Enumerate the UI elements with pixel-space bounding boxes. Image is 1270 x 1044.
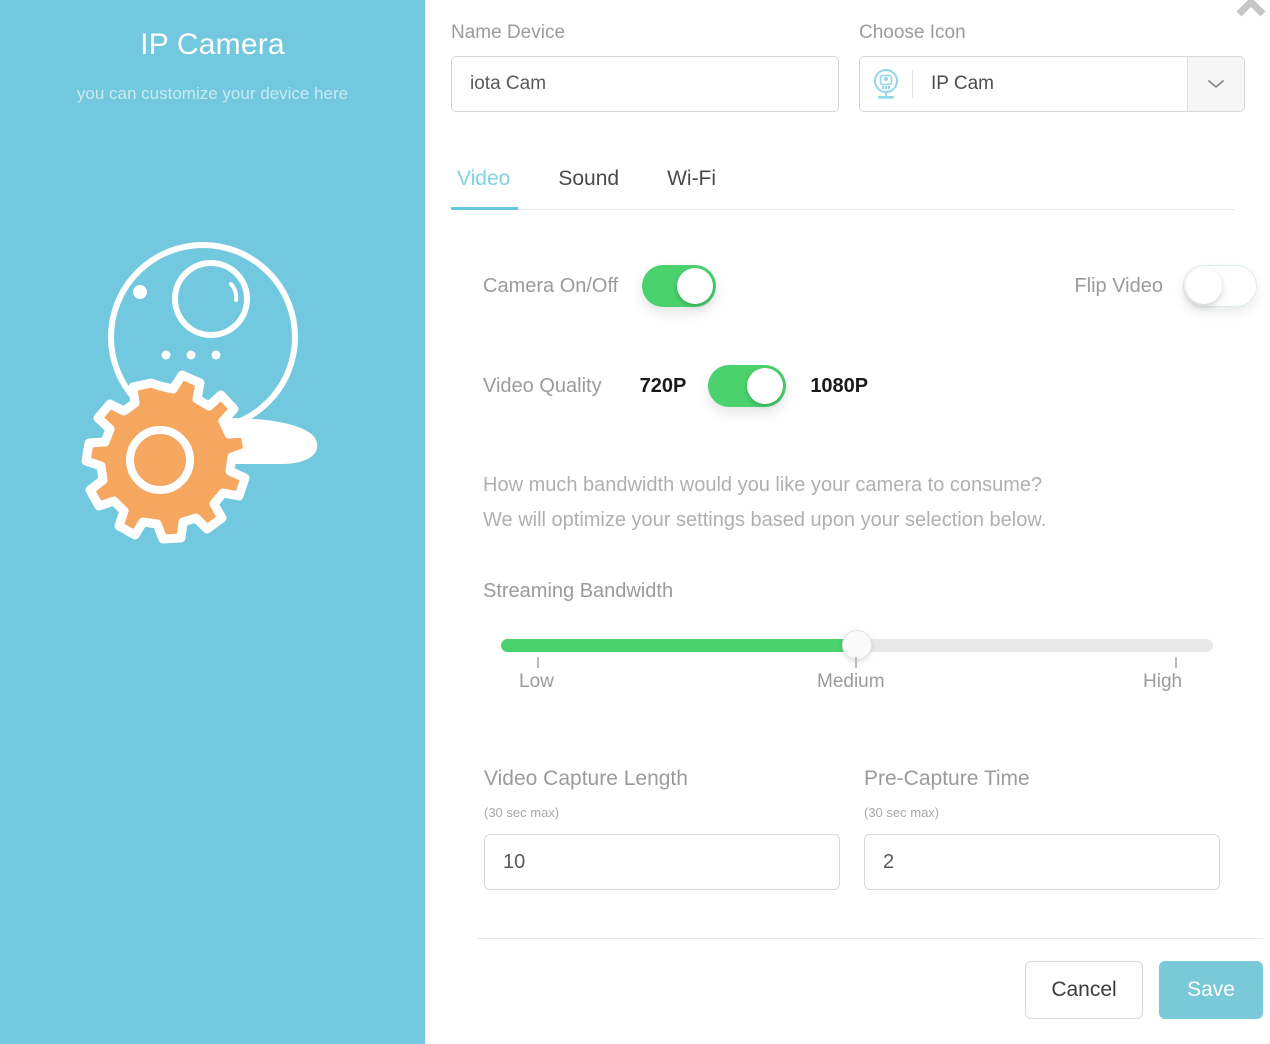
- choose-icon-value: IP Cam: [931, 73, 995, 94]
- flip-video-label: Flip Video: [1074, 274, 1163, 297]
- video-capture-length-group: Video Capture Length (30 sec max): [484, 767, 840, 890]
- slider-tick-high: [1175, 657, 1177, 668]
- streaming-bandwidth-label: Streaming Bandwidth: [483, 580, 674, 602]
- device-settings-dialog: IP Camera you can customize your device …: [0, 0, 1270, 1044]
- toggle-knob: [677, 268, 714, 304]
- device-identity-fields: Name Device Choose Icon: [451, 0, 1263, 112]
- cancel-button[interactable]: Cancel: [1025, 961, 1143, 1019]
- pre-capture-time-label: Pre-Capture Time: [864, 767, 1030, 790]
- pre-capture-time-input[interactable]: [864, 834, 1220, 890]
- pre-capture-time-hint: (30 sec max): [864, 805, 940, 820]
- name-device-group: Name Device: [451, 22, 839, 112]
- video-tab-content: Camera On/Off Flip Video Video Quality 7…: [451, 262, 1263, 890]
- slider-thumb[interactable]: [842, 630, 872, 660]
- name-device-input[interactable]: [451, 56, 839, 112]
- device-sidebar: IP Camera you can customize your device …: [0, 0, 425, 1044]
- close-icon[interactable]: [1229, 0, 1270, 30]
- pre-capture-time-group: Pre-Capture Time (30 sec max): [864, 767, 1220, 890]
- chevron-down-icon[interactable]: [1187, 57, 1244, 111]
- bandwidth-description: How much bandwidth would you like your c…: [483, 468, 1257, 538]
- page-title: IP Camera: [140, 28, 285, 61]
- capture-settings-row: Video Capture Length (30 sec max) Pre-Ca…: [483, 767, 1257, 890]
- camera-toggle-label: Camera On/Off: [483, 274, 619, 297]
- ip-camera-gear-illustration: [78, 226, 348, 556]
- ip-camera-icon: [860, 57, 912, 111]
- toggle-knob: [1186, 268, 1222, 304]
- video-quality-toggle[interactable]: [708, 365, 787, 407]
- camera-onoff-toggle[interactable]: [642, 265, 717, 307]
- flip-video-toggle[interactable]: [1183, 265, 1257, 307]
- slider-label-low: Low: [519, 671, 554, 692]
- slider-tick-low: [537, 657, 539, 668]
- save-button[interactable]: Save: [1159, 961, 1263, 1019]
- slider-fill: [501, 639, 857, 652]
- slider-tick-medium: [855, 657, 857, 668]
- bandwidth-description-line2: We will optimize your settings based upo…: [483, 509, 1047, 531]
- video-quality-row: Video Quality 720P 1080P: [483, 362, 1257, 410]
- footer-divider: [477, 938, 1263, 939]
- settings-panel: Name Device Choose Icon: [425, 0, 1270, 1044]
- choose-icon-select[interactable]: IP Cam: [859, 56, 1245, 112]
- name-device-label: Name Device: [451, 22, 566, 43]
- slider-label-high: High: [1143, 671, 1183, 692]
- camera-flip-row: Camera On/Off Flip Video: [483, 262, 1257, 310]
- video-capture-length-label: Video Capture Length: [484, 767, 688, 790]
- video-capture-length-hint: (30 sec max): [484, 805, 560, 820]
- choose-icon-group: Choose Icon IP Cam: [859, 22, 1245, 112]
- toggle-knob: [747, 368, 784, 404]
- settings-tabs: Video Sound Wi-Fi: [451, 148, 1235, 210]
- video-capture-length-input[interactable]: [484, 834, 840, 890]
- streaming-bandwidth-slider[interactable]: Low Medium High: [501, 630, 1213, 701]
- tab-video[interactable]: Video: [451, 167, 519, 210]
- video-quality-label: Video Quality: [483, 374, 602, 397]
- page-subtitle: you can customize your device here: [76, 84, 349, 103]
- dialog-footer: Cancel Save: [451, 961, 1263, 1019]
- quality-option-1080p[interactable]: 1080P: [810, 375, 868, 398]
- quality-option-720p[interactable]: 720P: [640, 375, 687, 398]
- bandwidth-description-line1: How much bandwidth would you like your c…: [483, 474, 1043, 496]
- tab-sound[interactable]: Sound: [558, 167, 619, 210]
- choose-icon-label: Choose Icon: [859, 22, 966, 43]
- tab-wifi[interactable]: Wi-Fi: [667, 167, 716, 210]
- slider-label-medium: Medium: [817, 671, 885, 692]
